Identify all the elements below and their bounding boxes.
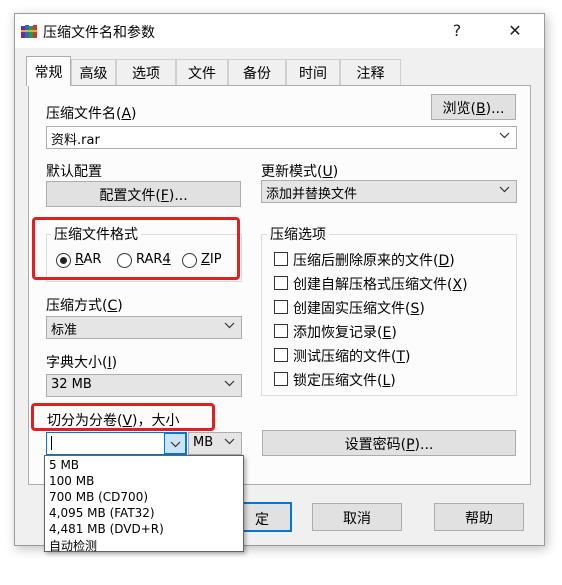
- update-mode-value: 添加并替换文件: [266, 187, 358, 202]
- tab-label: 选项: [132, 66, 160, 82]
- dropdown-item-fat32[interactable]: 4,095 MB (FAT32): [49, 506, 155, 520]
- split-size-dropdown: 5 MB 100 MB 700 MB (CD700) 4,095 MB (FAT…: [44, 455, 244, 554]
- recovery-record-checkbox[interactable]: [274, 324, 288, 338]
- split-highlight-box: [31, 403, 215, 431]
- tab-files[interactable]: 文件: [176, 59, 228, 85]
- chevron-down-icon: [224, 322, 235, 329]
- profiles-button[interactable]: 配置文件(F)...: [46, 181, 241, 207]
- chevron-down-icon: [170, 441, 181, 448]
- tab-comment[interactable]: 注释: [340, 59, 401, 85]
- help-button[interactable]: 帮助: [434, 503, 524, 531]
- solid-checkbox[interactable]: [274, 300, 288, 314]
- set-password-button[interactable]: 设置密码(P)...: [262, 430, 516, 456]
- cancel-button[interactable]: 取消: [312, 503, 402, 531]
- compression-method-label: 压缩方式(C): [46, 298, 123, 314]
- browse-button[interactable]: 浏览(B)...: [431, 94, 516, 120]
- compression-method-select[interactable]: 标准: [46, 316, 242, 339]
- format-highlight-box: [32, 217, 240, 280]
- recovery-record-label: 添加恢复记录(E): [293, 325, 397, 341]
- default-profile-label: 默认配置: [46, 164, 102, 180]
- split-size-dropdown-button[interactable]: [164, 433, 186, 454]
- test-files-label: 测试压缩的文件(T): [293, 349, 411, 365]
- tab-label: 高级: [79, 66, 108, 82]
- update-mode-select[interactable]: 添加并替换文件: [261, 180, 517, 203]
- tab-label: 时间: [299, 66, 327, 82]
- sfx-checkbox[interactable]: [274, 276, 288, 290]
- dropdown-item-cd700[interactable]: 700 MB (CD700): [49, 490, 148, 504]
- tab-time[interactable]: 时间: [286, 59, 340, 85]
- delete-after-label: 压缩后删除原来的文件(D): [293, 253, 455, 269]
- dropdown-item-auto-detect[interactable]: 自动检测: [49, 537, 97, 554]
- tab-backup[interactable]: 备份: [228, 59, 286, 85]
- chevron-down-icon: [224, 380, 235, 387]
- text-caret: [51, 435, 52, 450]
- window-title: 压缩文件名和参数: [43, 25, 155, 41]
- solid-label: 创建固实压缩文件(S): [293, 301, 425, 317]
- delete-after-checkbox[interactable]: [274, 252, 288, 266]
- lock-archive-checkbox[interactable]: [274, 372, 288, 386]
- dictionary-size-select[interactable]: 32 MB: [46, 374, 242, 397]
- help-label: 帮助: [465, 511, 493, 527]
- dropdown-item-dvdr[interactable]: 4,481 MB (DVD+R): [49, 522, 164, 536]
- chevron-down-icon: [499, 186, 510, 193]
- chevron-down-icon: [224, 438, 235, 445]
- ok-label: 定: [255, 512, 269, 528]
- archive-options-title: 压缩选项: [267, 224, 329, 244]
- dropdown-item-5mb[interactable]: 5 MB: [49, 458, 79, 472]
- help-icon[interactable]: ?: [447, 21, 467, 40]
- archive-name-label: 压缩文件名(A): [46, 106, 137, 122]
- tab-general[interactable]: 常规: [26, 56, 71, 86]
- tab-label: 备份: [243, 66, 271, 82]
- cancel-label: 取消: [343, 511, 371, 527]
- title-bar: 压缩文件名和参数 ? ✕: [15, 14, 544, 48]
- dictionary-size-value: 32 MB: [51, 377, 92, 392]
- tab-label: 常规: [34, 65, 63, 81]
- tab-label: 文件: [188, 66, 216, 82]
- tab-advanced[interactable]: 高级: [71, 59, 116, 85]
- archive-name-combobox[interactable]: 资料.rar: [46, 126, 517, 149]
- chevron-down-icon: [499, 132, 510, 139]
- tab-label: 注释: [356, 66, 385, 82]
- winrar-books-icon: [21, 25, 37, 38]
- split-unit-value: MB: [193, 435, 214, 450]
- test-files-checkbox[interactable]: [274, 348, 288, 362]
- tab-options[interactable]: 选项: [116, 59, 176, 85]
- update-mode-label: 更新模式(U): [261, 164, 339, 180]
- lock-archive-label: 锁定压缩文件(L): [293, 373, 396, 389]
- split-unit-select[interactable]: MB: [188, 432, 242, 455]
- sfx-label: 创建自解压格式压缩文件(X): [293, 277, 468, 293]
- archive-name-value: 资料.rar: [51, 133, 100, 148]
- close-icon[interactable]: ✕: [505, 21, 525, 40]
- dictionary-size-label: 字典大小(I): [46, 355, 118, 371]
- dropdown-item-100mb[interactable]: 100 MB: [49, 474, 94, 488]
- compression-method-value: 标准: [51, 323, 78, 338]
